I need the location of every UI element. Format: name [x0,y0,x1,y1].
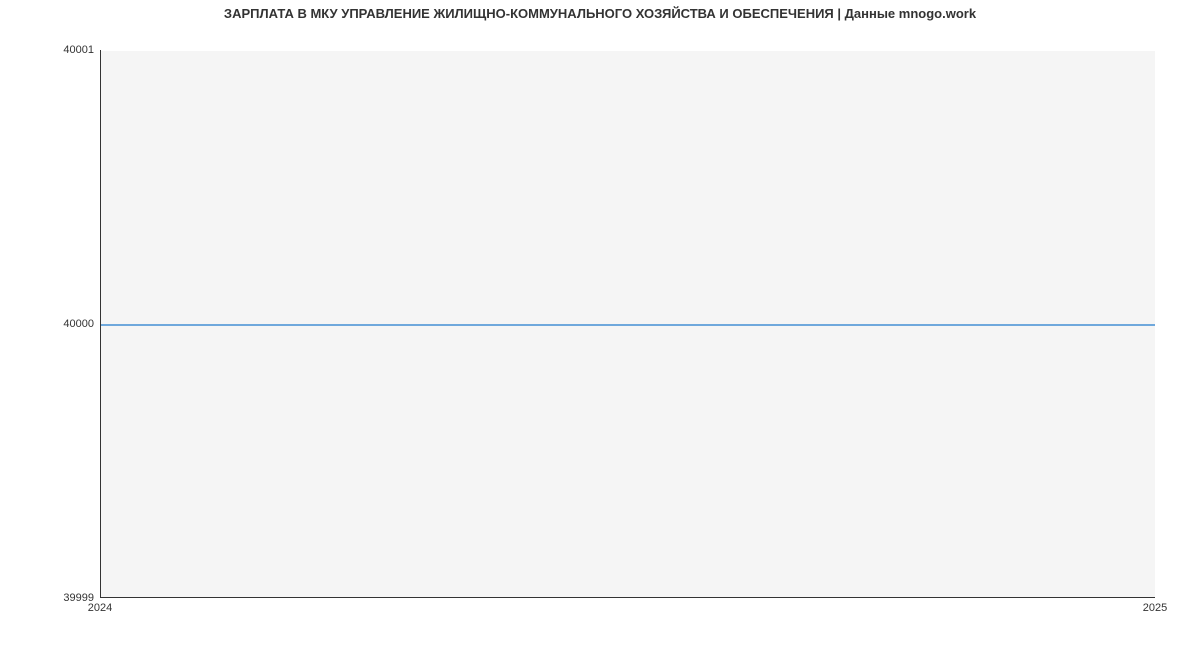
x-tick-label: 2025 [1143,602,1167,614]
chart-title: ЗАРПЛАТА В МКУ УПРАВЛЕНИЕ ЖИЛИЩНО-КОММУН… [0,6,1200,21]
grid-line [101,50,1155,51]
chart-container: ЗАРПЛАТА В МКУ УПРАВЛЕНИЕ ЖИЛИЩНО-КОММУН… [0,0,1200,650]
data-line-salary [101,324,1155,326]
plot-area [100,50,1155,598]
y-tick-label: 40001 [4,44,94,56]
y-tick-label: 40000 [4,318,94,330]
x-tick-label: 2024 [88,602,112,614]
y-tick-label: 39999 [4,592,94,604]
